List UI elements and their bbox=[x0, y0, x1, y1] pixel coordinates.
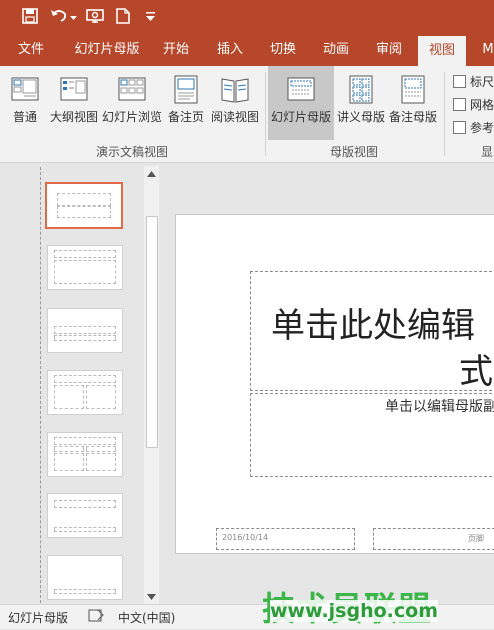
customize-icon[interactable] bbox=[146, 11, 155, 25]
thumb-title-placeholder bbox=[54, 500, 116, 508]
notes-page-icon bbox=[174, 75, 198, 104]
normal-view-label: 普通 bbox=[12, 110, 37, 124]
slide-thumbnail-pane bbox=[0, 163, 162, 604]
thumb-title-placeholder bbox=[54, 437, 116, 445]
thumb-body-placeholder bbox=[54, 453, 84, 471]
normal-view-button[interactable]: 普通 bbox=[4, 66, 46, 140]
layout-thumbnail[interactable] bbox=[47, 308, 123, 353]
date-placeholder[interactable]: 2016/10/14 bbox=[216, 528, 355, 550]
status-view-label: 幻灯片母版 bbox=[8, 611, 69, 625]
tab-review[interactable]: 审阅 bbox=[369, 34, 409, 66]
footer-placeholder[interactable]: 页脚 bbox=[373, 528, 494, 550]
gridlines-label: 网格 bbox=[470, 98, 494, 112]
ribbon: 普通 大纲视图 幻灯片浏览 备注页 阅读视图 演示文稿视图 幻灯片母版 讲义母版… bbox=[0, 66, 494, 163]
master-views-group-label: 母版视图 bbox=[329, 145, 378, 159]
tab-view[interactable]: 视图 bbox=[418, 36, 466, 66]
watermark-url: www.jsgho.com bbox=[270, 600, 438, 622]
thumbnail-scrollbar[interactable] bbox=[144, 166, 159, 604]
slide-sorter-icon bbox=[118, 77, 146, 101]
slide-canvas[interactable]: 单击此处编辑 式 单击以编辑母版副 2016/10/14 页脚 bbox=[175, 214, 494, 554]
presentation-views-group-label: 演示文稿视图 bbox=[95, 145, 168, 159]
group-separator bbox=[444, 72, 445, 156]
notes-page-button[interactable]: 备注页 bbox=[164, 66, 208, 140]
ribbon-tabs: 文件 幻灯片母版 开始 插入 切换 动画 审阅 视图 M bbox=[0, 34, 494, 66]
notes-master-icon bbox=[401, 75, 425, 104]
guides-checkbox[interactable] bbox=[453, 121, 466, 134]
thumb-body-placeholder bbox=[86, 385, 116, 409]
thumb-footer-placeholder bbox=[54, 527, 116, 532]
reading-view-icon bbox=[221, 78, 249, 103]
notes-master-button[interactable]: 备注母版 bbox=[387, 66, 439, 140]
ruler-label: 标尺 bbox=[470, 75, 494, 89]
ruler-checkbox[interactable] bbox=[453, 75, 466, 88]
layout-thumbnail[interactable] bbox=[47, 493, 123, 538]
gridlines-checkbox[interactable] bbox=[453, 98, 466, 111]
scroll-down-arrow[interactable] bbox=[144, 589, 159, 603]
title-placeholder-text-line2: 式 bbox=[459, 352, 493, 392]
master-thumbnail[interactable] bbox=[45, 182, 123, 229]
layout-thumbnail[interactable] bbox=[47, 555, 123, 600]
tab-home[interactable]: 开始 bbox=[156, 34, 196, 66]
slide-master-label: 幻灯片母版 bbox=[270, 110, 331, 124]
thumb-body-placeholder bbox=[57, 206, 111, 218]
undo-dropdown-icon[interactable] bbox=[70, 10, 77, 24]
tab-more[interactable]: M bbox=[478, 34, 494, 66]
handout-master-icon bbox=[349, 75, 373, 104]
thumb-title-placeholder bbox=[57, 193, 111, 206]
outline-view-icon bbox=[60, 77, 88, 101]
new-document-icon[interactable] bbox=[116, 8, 130, 27]
slide-master-button[interactable]: 幻灯片母版 bbox=[268, 66, 334, 140]
thumb-body-placeholder bbox=[54, 446, 84, 452]
slideshow-icon[interactable] bbox=[86, 8, 104, 27]
layout-thumbnail[interactable] bbox=[47, 370, 123, 415]
thumb-body-placeholder bbox=[86, 453, 116, 471]
guides-label: 参考 bbox=[470, 121, 494, 135]
tab-transitions[interactable]: 切换 bbox=[263, 34, 303, 66]
scroll-up-arrow[interactable] bbox=[144, 166, 159, 180]
title-bar bbox=[0, 0, 494, 34]
undo-icon[interactable] bbox=[50, 8, 68, 27]
thumb-title-placeholder bbox=[54, 250, 116, 258]
show-group-label: 显 bbox=[480, 145, 493, 159]
date-placeholder-text: 2016/10/14 bbox=[222, 533, 269, 542]
tab-insert[interactable]: 插入 bbox=[210, 34, 250, 66]
notes-icon[interactable] bbox=[88, 609, 104, 626]
handout-master-label: 讲义母版 bbox=[336, 110, 385, 124]
tab-animations[interactable]: 动画 bbox=[316, 34, 356, 66]
tab-file[interactable]: 文件 bbox=[8, 34, 54, 66]
outline-view-label: 大纲视图 bbox=[49, 110, 98, 124]
layout-thumbnail[interactable] bbox=[47, 245, 123, 290]
tab-slide-master[interactable]: 幻灯片母版 bbox=[66, 34, 148, 66]
thumb-body-placeholder bbox=[54, 385, 84, 409]
save-icon[interactable] bbox=[22, 8, 38, 27]
thumb-body-placeholder bbox=[54, 335, 116, 341]
handout-master-button[interactable]: 讲义母版 bbox=[336, 66, 386, 140]
title-placeholder-text: 单击此处编辑 bbox=[271, 306, 475, 346]
reading-view-label: 阅读视图 bbox=[210, 110, 259, 124]
slide-master-icon bbox=[287, 77, 315, 101]
reading-view-button[interactable]: 阅读视图 bbox=[209, 66, 261, 140]
layout-thumbnail[interactable] bbox=[47, 432, 123, 477]
thumb-title-placeholder bbox=[54, 326, 116, 334]
notes-master-label: 备注母版 bbox=[388, 110, 437, 124]
normal-view-icon bbox=[11, 77, 39, 101]
outline-view-button[interactable]: 大纲视图 bbox=[48, 66, 100, 140]
thumb-title-placeholder bbox=[54, 375, 116, 383]
slide-sorter-label: 幻灯片浏览 bbox=[101, 110, 162, 124]
status-language[interactable]: 中文(中国) bbox=[118, 609, 175, 626]
subtitle-placeholder-text: 单击以编辑母版副 bbox=[385, 399, 494, 415]
hierarchy-guide-line bbox=[40, 167, 41, 603]
slide-sorter-button[interactable]: 幻灯片浏览 bbox=[101, 66, 163, 140]
thumb-footer-placeholder bbox=[54, 589, 116, 594]
scroll-thumb[interactable] bbox=[146, 216, 158, 448]
subtitle-placeholder[interactable]: 单击以编辑母版副 bbox=[250, 393, 494, 477]
footer-placeholder-text: 页脚 bbox=[468, 534, 484, 543]
thumb-body-placeholder bbox=[54, 260, 116, 284]
notes-page-label: 备注页 bbox=[167, 110, 204, 124]
thumb-body-placeholder bbox=[86, 446, 116, 452]
title-placeholder[interactable]: 单击此处编辑 式 bbox=[250, 271, 494, 392]
